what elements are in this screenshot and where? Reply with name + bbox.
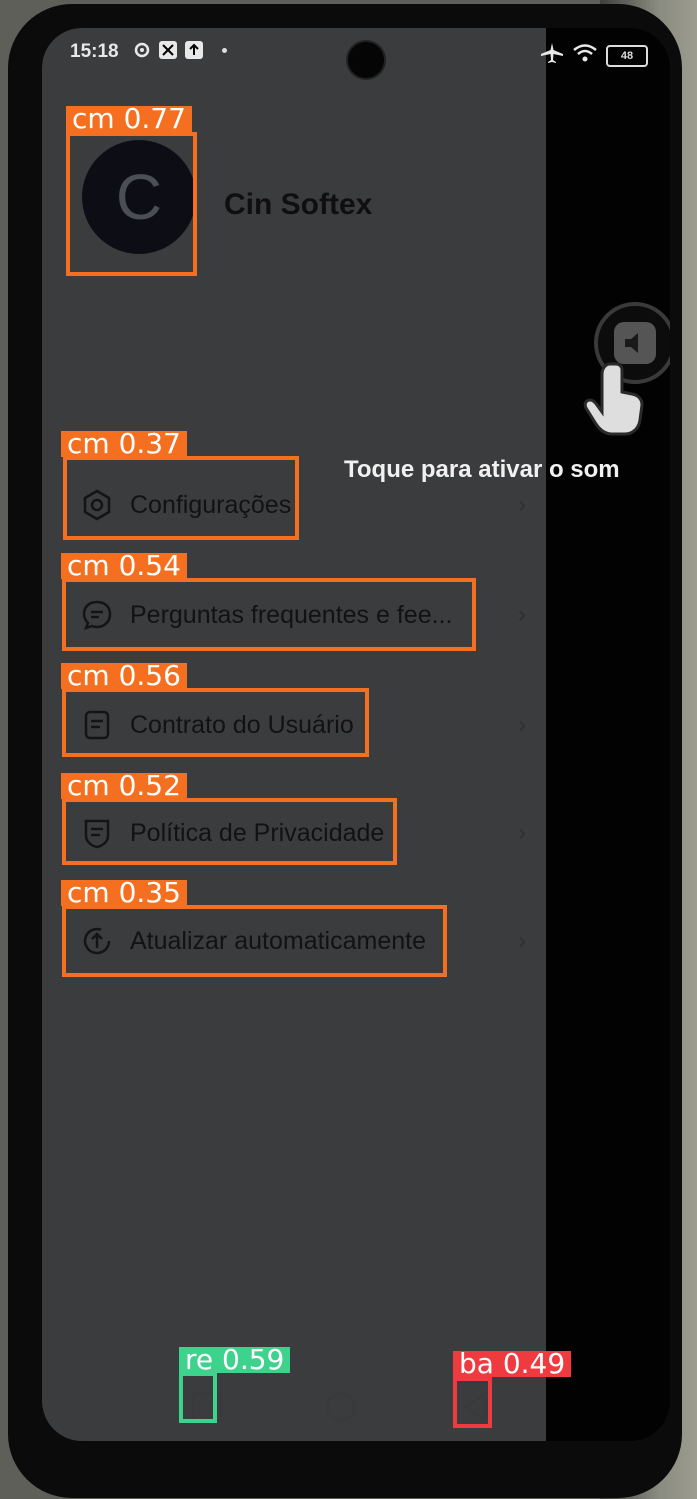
detection-box-back [453, 1377, 492, 1428]
detection-label: cm 0.56 [61, 662, 187, 690]
chevron-right-icon: › [518, 927, 526, 954]
detection-box-privacy-policy [62, 798, 397, 865]
detection-box-settings [63, 456, 299, 540]
no-signal-icon [158, 40, 178, 60]
settings-gear-icon [132, 40, 152, 60]
detection-box-user-agreement [62, 688, 369, 757]
battery-icon: 48 [606, 45, 648, 67]
detection-box-faq [62, 578, 476, 651]
detection-label: cm 0.77 [66, 105, 192, 133]
detection-label: cm 0.37 [61, 430, 187, 458]
chevron-right-icon: › [518, 491, 526, 518]
detection-label: cm 0.35 [61, 879, 187, 907]
tap-hand-icon [580, 358, 650, 438]
chevron-right-icon: › [518, 711, 526, 738]
battery-level: 48 [620, 50, 634, 62]
airplane-icon [540, 42, 564, 70]
status-time: 15:18 [70, 41, 119, 62]
detection-box-recent-apps [179, 1372, 217, 1423]
detection-box-avatar [66, 132, 197, 276]
upload-icon [184, 40, 204, 60]
status-bar: 15:18 48 [42, 28, 670, 84]
detection-box-auto-update [62, 905, 447, 977]
detection-label: ba 0.49 [453, 1350, 572, 1378]
home-icon[interactable] [326, 1392, 356, 1422]
unmute-tooltip: Toque para ativar o som [344, 456, 620, 483]
chevron-right-icon: › [518, 819, 526, 846]
status-icons-left [132, 40, 227, 60]
detection-label: re 0.59 [179, 1346, 291, 1374]
profile-name: Cin Softex [224, 188, 373, 221]
notification-dot [222, 47, 227, 53]
chevron-right-icon: › [518, 601, 526, 628]
status-icons-right: 48 [540, 42, 648, 70]
navigation-bar [42, 1384, 670, 1440]
wifi-icon [572, 43, 598, 69]
detection-label: cm 0.54 [61, 552, 187, 580]
camera-cutout [346, 40, 386, 80]
detection-label: cm 0.52 [61, 772, 187, 800]
